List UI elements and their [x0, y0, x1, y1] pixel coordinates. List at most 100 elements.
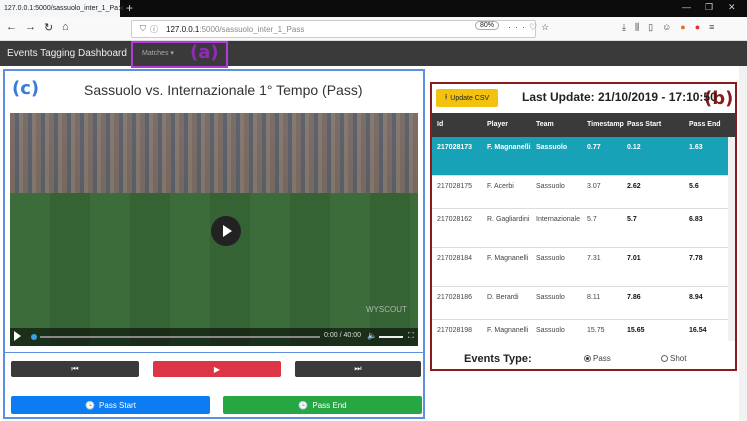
video-play-overlay-button[interactable] — [211, 216, 241, 246]
toolbar-icons: ⤓ ⫼ ▯ ☺ ● ● ≡ — [622, 22, 714, 33]
pass-start-button[interactable]: 🕒 Pass Start — [11, 396, 210, 414]
clock-icon: 🕒 — [298, 400, 309, 410]
cell-pass-start: 7.86 — [627, 294, 641, 301]
cell-pass-end: 6.83 — [689, 216, 703, 223]
play-icon — [223, 225, 232, 237]
sidebar-icon[interactable]: ▯ — [648, 22, 653, 33]
addon-icon[interactable]: ● — [695, 22, 700, 33]
forward-icon[interactable]: → — [25, 21, 36, 33]
volume-slider[interactable] — [379, 336, 403, 338]
browser-nav-bar: ← → ↻ ⌂ ⛉ ⓘ 127.0.0.1 :5000/sassuolo_int… — [0, 17, 747, 41]
pass-end-button[interactable]: 🕒 Pass End — [223, 396, 422, 414]
extension-icon[interactable]: ● — [680, 22, 685, 33]
download-icon[interactable]: ⤓ — [622, 22, 626, 33]
table-row[interactable]: 217028184 F. Magnanelli Sassuolo 7.31 7.01 7.… — [432, 248, 728, 287]
cell-pass-start: 0.12 — [627, 144, 641, 151]
table-row[interactable]: 217028173 F. Magnanelli Sassuolo 0.77 0.12 1.… — [432, 137, 728, 176]
table-row[interactable]: 217028186 D. Berardi Sassuolo 8.11 7.86 8.94 — [432, 287, 728, 320]
pass-end-label: Pass End — [312, 400, 347, 410]
browser-tab-bar: 127.0.0.1:5000/sassuolo_inter_1_Pa ✕ + —… — [0, 0, 747, 17]
zoom-level[interactable]: 80% — [475, 21, 500, 30]
cell-id: 217028173 — [437, 144, 473, 151]
play-icon: ▶ — [213, 364, 221, 374]
volume-icon[interactable]: 🔈 — [367, 331, 377, 340]
header-player: Player — [487, 121, 509, 128]
home-icon[interactable]: ⌂ — [62, 21, 69, 33]
radio-pass[interactable]: Pass — [584, 354, 611, 363]
header-team: Team — [536, 121, 554, 128]
cell-player: R. Gagliardini — [487, 216, 530, 223]
previous-event-button[interactable]: ⏮ — [11, 361, 139, 377]
video-player[interactable]: WYSCOUT 0:00 / 40:00 🔈 ⛶ — [10, 113, 418, 346]
url-path: :5000/sassuolo_inter_1_Pass — [199, 24, 305, 34]
header-pass-end: Pass End — [689, 121, 721, 128]
table-scrollbar[interactable] — [728, 137, 735, 341]
last-update-text: Last Update: 21/10/2019 - 17:10:50 — [522, 90, 717, 104]
play-button[interactable]: ▶ — [153, 361, 281, 377]
close-tab-icon[interactable]: ✕ — [118, 4, 125, 13]
table-row[interactable]: 217028162 R. Gagliardini Internazionale 5.7… — [432, 209, 728, 248]
video-seek-handle[interactable] — [31, 334, 37, 340]
video-play-icon[interactable] — [14, 331, 21, 341]
radio-shot-label: Shot — [670, 354, 687, 363]
url-host: 127.0.0.1 — [166, 24, 200, 34]
reload-icon[interactable]: ↻ — [44, 21, 53, 34]
divider — [3, 352, 425, 353]
maximize-icon[interactable]: ❐ — [705, 2, 713, 13]
cell-timestamp: 7.31 — [587, 255, 601, 262]
minimize-icon[interactable]: — — [682, 2, 691, 12]
page-actions: ···♡☆ — [508, 22, 553, 33]
cell-player: F. Acerbi — [487, 183, 514, 190]
browser-tab[interactable]: 127.0.0.1:5000/sassuolo_inter_1_Pa ✕ — [0, 0, 125, 17]
cell-pass-end: 5.6 — [689, 183, 699, 190]
update-csv-button[interactable]: ⭱ Update CSV — [436, 89, 498, 107]
new-tab-icon[interactable]: + — [126, 1, 133, 15]
video-frame-pitch — [10, 193, 418, 346]
cell-team: Sassuolo — [536, 183, 565, 190]
header-id: Id — [437, 121, 444, 128]
clock-icon: 🕒 — [85, 400, 96, 410]
radio-shot-dot[interactable] — [661, 355, 668, 362]
cell-player: F. Magnanelli — [487, 255, 529, 262]
cell-pass-end: 1.63 — [689, 144, 703, 151]
video-controls: 0:00 / 40:00 🔈 ⛶ — [10, 328, 418, 346]
video-frame-stands — [10, 113, 418, 193]
page-scrollbar[interactable] — [739, 66, 747, 421]
library-icon[interactable]: ⫼ — [635, 22, 639, 33]
cell-timestamp: 15.75 — [587, 327, 605, 334]
radio-shot[interactable]: Shot — [661, 354, 686, 363]
table-row[interactable]: 217028198 F. Magnanelli Sassuolo 15.75 15.65… — [432, 320, 728, 341]
cell-pass-start: 2.62 — [627, 183, 641, 190]
annotation-label-a: (a) — [190, 42, 219, 63]
video-seek-bar[interactable] — [40, 336, 320, 338]
fullscreen-icon[interactable]: ⛶ — [408, 331, 414, 341]
info-icon: ⓘ — [150, 24, 158, 34]
table-header: Id Player Team Timestamp Pass Start Pass… — [432, 113, 735, 137]
table-row[interactable]: 217028175 F. Acerbi Sassuolo 3.07 2.62 5.6 — [432, 176, 728, 209]
events-type-label: Events Type: — [464, 353, 532, 365]
cell-team: Sassuolo — [536, 255, 565, 262]
cell-team: Sassuolo — [536, 144, 568, 151]
window-close-icon[interactable]: ✕ — [728, 2, 736, 13]
cell-id: 217028198 — [437, 327, 473, 334]
bookmark-icon[interactable]: ☆ — [541, 22, 553, 32]
radio-pass-label: Pass — [593, 354, 611, 363]
upload-icon: ⭱ — [444, 93, 448, 101]
header-timestamp: Timestamp — [587, 121, 624, 128]
cell-pass-start: 7.01 — [627, 255, 641, 262]
radio-pass-dot[interactable] — [584, 355, 591, 362]
cell-player: F. Magnanelli — [487, 144, 531, 151]
next-event-button[interactable]: ⏭ — [295, 361, 421, 377]
menu-icon[interactable]: ≡ — [709, 22, 714, 33]
app-navbar: Events Tagging Dashboard Matches ▾ — [0, 41, 747, 66]
more-icon[interactable]: ··· — [508, 22, 529, 32]
header-pass-start: Pass Start — [627, 121, 662, 128]
cell-team: Sassuolo — [536, 294, 565, 301]
app-brand[interactable]: Events Tagging Dashboard — [7, 48, 127, 59]
cell-pass-end: 7.78 — [689, 255, 703, 262]
back-icon[interactable]: ← — [6, 21, 17, 33]
pocket-icon[interactable]: ♡ — [529, 22, 541, 32]
cell-timestamp: 8.11 — [587, 294, 601, 301]
account-icon[interactable]: ☺ — [662, 22, 671, 33]
cell-id: 217028186 — [437, 294, 473, 301]
